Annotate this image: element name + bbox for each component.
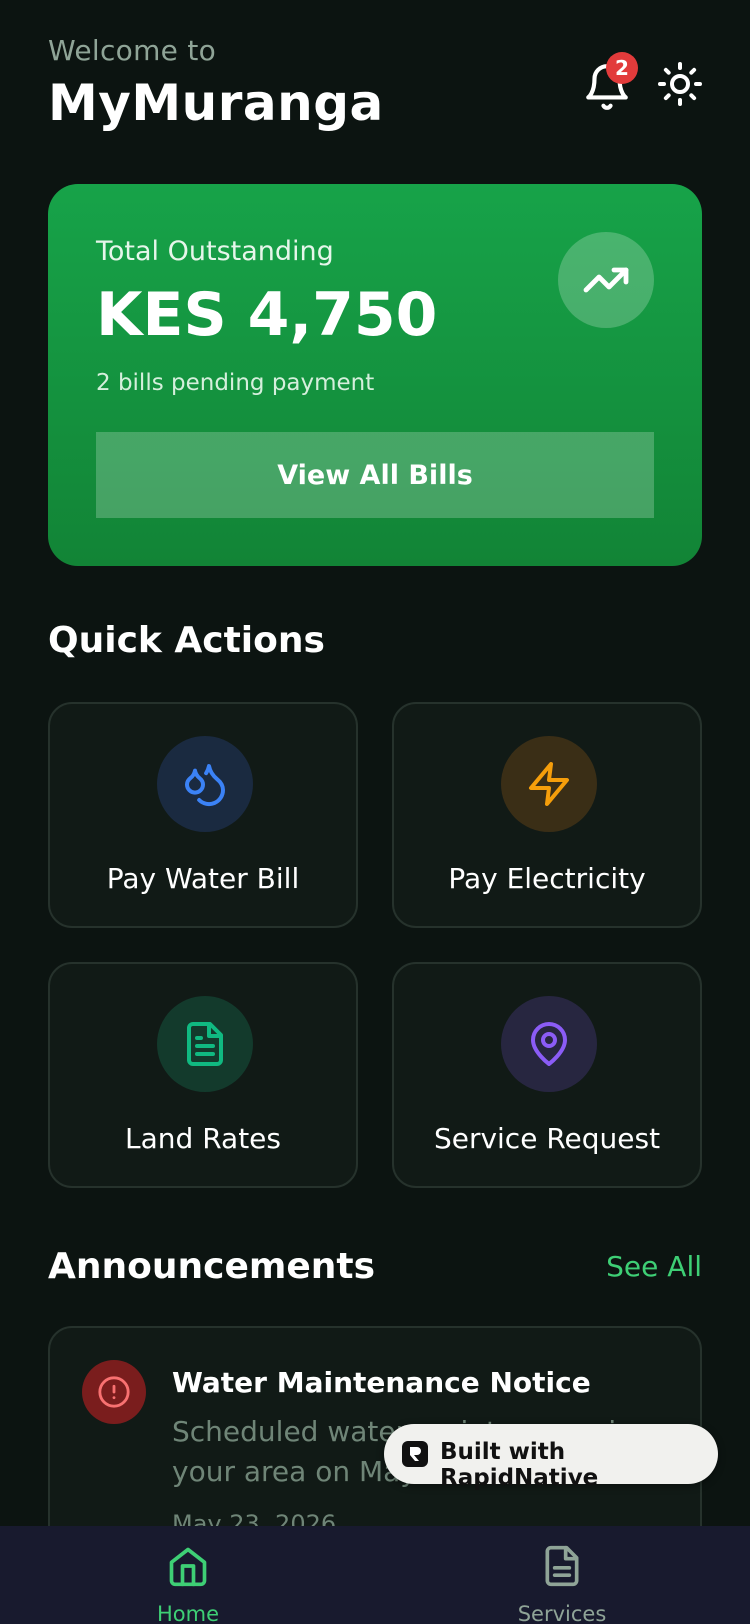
app-title: MyMuranga	[48, 74, 384, 132]
welcome-text: Welcome to	[48, 34, 217, 67]
qa-icon-bg	[157, 736, 253, 832]
announcement-title: Water Maintenance Notice	[172, 1366, 591, 1399]
theme-toggle-button[interactable]	[656, 60, 704, 108]
nav-label-services: Services	[517, 1602, 607, 1624]
quick-actions-title: Quick Actions	[48, 620, 325, 661]
pay-water-bill-button[interactable]: Pay Water Bill	[48, 702, 358, 928]
outstanding-card: Total Outstanding KES 4,750 2 bills pend…	[48, 184, 702, 566]
lightning-icon	[529, 762, 569, 806]
nav-item-services[interactable]: Services	[462, 1526, 662, 1624]
nav-item-home[interactable]: Home	[88, 1526, 288, 1624]
rapidnative-logo-icon	[402, 1441, 428, 1467]
service-request-button[interactable]: Service Request	[392, 962, 702, 1188]
outstanding-subtitle: 2 bills pending payment	[96, 370, 375, 396]
water-drops-icon	[185, 764, 226, 807]
trending-up-icon	[583, 267, 629, 293]
outstanding-amount: KES 4,750	[96, 280, 438, 350]
view-all-bills-button[interactable]: View All Bills	[96, 432, 654, 518]
qa-icon-bg	[157, 996, 253, 1092]
qa-label: Pay Water Bill	[106, 862, 300, 895]
land-rates-button[interactable]: Land Rates	[48, 962, 358, 1188]
qa-icon-bg	[501, 736, 597, 832]
built-with-text: Built with RapidNative	[440, 1439, 599, 1491]
announcements-title: Announcements	[48, 1246, 376, 1287]
header: Welcome to MyMuranga 2	[48, 34, 702, 134]
notification-badge: 2	[606, 52, 638, 84]
app-screen: Welcome to MyMuranga 2 Total Outstanding…	[0, 0, 750, 1624]
see-all-link[interactable]: See All	[606, 1250, 702, 1283]
nav-label-home: Home	[156, 1602, 219, 1624]
document-icon	[545, 1545, 579, 1587]
bottom-nav: Home Services	[0, 1526, 750, 1624]
location-pin-icon	[531, 1022, 567, 1066]
qa-label: Pay Electricity	[448, 862, 646, 895]
trend-badge	[558, 232, 654, 328]
alert-circle-icon	[98, 1376, 130, 1408]
document-icon	[187, 1022, 223, 1066]
home-icon	[169, 1547, 207, 1587]
outstanding-label: Total Outstanding	[96, 236, 334, 267]
qa-label: Service Request	[433, 1122, 661, 1155]
qa-label: Land Rates	[125, 1122, 281, 1155]
qa-icon-bg	[501, 996, 597, 1092]
pay-electricity-button[interactable]: Pay Electricity	[392, 702, 702, 928]
built-with-badge[interactable]: Built with RapidNative	[384, 1424, 718, 1491]
alert-icon-bg	[82, 1360, 146, 1424]
sun-icon	[658, 62, 702, 106]
